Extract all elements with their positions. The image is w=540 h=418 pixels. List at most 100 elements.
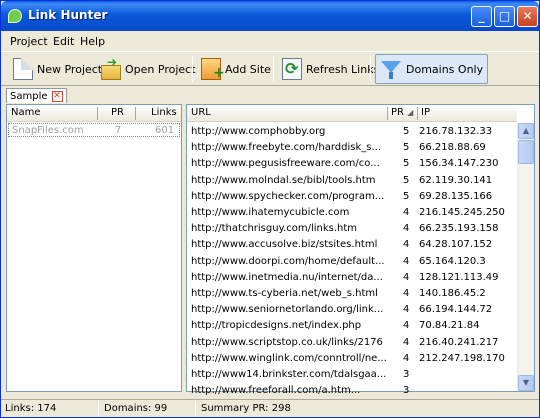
link-ip: 216.78.132.33 <box>419 126 493 137</box>
link-url: http://www.winglink.com/conntroll/ne... <box>191 352 387 364</box>
site-row[interactable]: SnapFiles.com 7 601 <box>8 123 180 137</box>
table-row[interactable]: http://www.seniornetorlando.org/link... 4… <box>187 302 517 318</box>
link-url: http://www.freebyte.com/harddisk_s... <box>191 142 382 154</box>
minimize-button[interactable]: _ <box>471 6 492 27</box>
new-project-button[interactable]: New Project <box>9 54 106 84</box>
header-divider <box>135 107 136 120</box>
links-panel: URL PR ◢ IP http://www.comphobby.org 5 216… <box>186 104 535 396</box>
table-row[interactable]: http://www14.brinkster.com/tdalsgaa... 3 <box>187 367 517 383</box>
maximize-button[interactable]: □ <box>494 6 515 27</box>
status-links-count: Links: 174 <box>5 403 57 414</box>
column-header-name[interactable]: Name <box>7 105 97 122</box>
link-pr: 4 <box>403 223 410 235</box>
menu-edit[interactable]: Edit <box>53 35 74 48</box>
link-ip: 66.194.144.72 <box>419 304 493 316</box>
column-header-ip[interactable]: IP <box>417 105 517 122</box>
link-pr: 5 <box>403 174 410 186</box>
site-links: 601 <box>155 125 175 136</box>
toolbar-separator <box>192 56 193 82</box>
link-url: http://tropicdesigns.net/index.php <box>191 320 362 332</box>
link-url: http://www.ts-cyberia.net/web_s.html <box>191 288 378 299</box>
link-pr: 5 <box>403 158 410 170</box>
main-window: Link Hunter _ □ ✕ Project Edit Help New … <box>0 0 540 418</box>
table-row[interactable]: http://www.spychecker.com/program... 5 69.… <box>187 189 517 205</box>
link-pr: 4 <box>403 304 410 316</box>
sites-panel: Name PR Links SnapFiles.com 7 601 <box>6 104 182 392</box>
link-pr: 3 <box>403 369 410 380</box>
add-site-label: Add Site <box>225 62 271 76</box>
window-title: Link Hunter <box>28 8 108 22</box>
new-document-icon <box>13 58 33 80</box>
link-pr: 5 <box>403 142 410 154</box>
column-header-url[interactable]: URL <box>187 105 387 122</box>
link-ip: 128.121.113.49 <box>419 271 499 283</box>
table-row[interactable]: http://www.ts-cyberia.net/web_s.html 4 140… <box>187 286 517 302</box>
link-url: http://thatchrisguy.com/links.htm <box>191 223 358 235</box>
table-row[interactable]: http://www.pegusisfreeware.com/co... 5 156… <box>187 156 517 172</box>
link-url: http://www.pegusisfreeware.com/co... <box>191 158 380 170</box>
domains-only-toggle[interactable]: Domains Only <box>375 54 489 84</box>
title-bar[interactable]: Link Hunter _ □ ✕ <box>1 1 539 31</box>
scroll-thumb[interactable] <box>518 140 534 164</box>
toolbar-separator <box>273 56 274 82</box>
toolbar-separator <box>370 56 371 82</box>
toolbar: New Project Open Project Add Site Refres… <box>1 51 539 86</box>
refresh-links-label: Refresh Links <box>306 62 380 76</box>
link-url: http://www.accusolve.biz/stsites.html <box>191 239 378 251</box>
close-button[interactable]: ✕ <box>517 6 538 27</box>
table-row[interactable]: http://www.inetmedia.nu/internet/da... 4 1… <box>187 270 517 286</box>
column-header-pr[interactable]: PR <box>97 105 135 122</box>
link-url: http://www.doorpi.com/home/default... <box>191 255 385 267</box>
table-row[interactable]: http://www.ihatemycubicle.com 4 216.145.24… <box>187 205 517 221</box>
link-ip: 212.247.198.170 <box>419 352 505 364</box>
table-row[interactable]: http://www.freeforall.com/a.htm... 3 <box>187 383 517 399</box>
link-pr: 4 <box>403 255 410 267</box>
column-header-links[interactable]: Links <box>135 105 181 122</box>
table-row[interactable]: http://www.freebyte.com/harddisk_s... 5 66… <box>187 140 517 156</box>
vertical-scrollbar[interactable]: ▲ ▼ <box>517 123 534 391</box>
link-pr: 4 <box>403 336 410 348</box>
table-row[interactable]: http://thatchrisguy.com/links.htm 4 66.235… <box>187 221 517 237</box>
link-url: http://www.molndal.se/bibl/tools.htm <box>191 174 376 186</box>
tab-sample[interactable]: Sample ✕ <box>6 88 67 103</box>
link-url: http://www14.brinkster.com/tdalsgaa... <box>191 369 387 380</box>
link-ip: 216.40.241.217 <box>419 336 499 348</box>
leaf-app-icon <box>8 9 22 23</box>
link-url: http://www.comphobby.org <box>191 126 326 137</box>
menu-project[interactable]: Project <box>10 35 48 48</box>
open-project-button[interactable]: Open Project <box>97 54 200 84</box>
add-site-button[interactable]: Add Site <box>197 54 275 84</box>
link-pr: 5 <box>403 126 410 137</box>
link-url: http://www.seniornetorlando.org/link... <box>191 304 384 316</box>
table-row[interactable]: http://www.winglink.com/conntroll/ne... 4… <box>187 351 517 367</box>
scroll-up-arrow-icon[interactable]: ▲ <box>518 123 534 139</box>
table-row[interactable]: http://www.molndal.se/bibl/tools.htm 5 62.… <box>187 173 517 189</box>
header-divider <box>417 107 418 120</box>
refresh-links-button[interactable]: Refresh Links <box>278 54 383 84</box>
refresh-icon <box>282 58 302 80</box>
link-pr: 3 <box>403 385 410 397</box>
header-divider <box>387 107 388 120</box>
link-ip: 156.34.147.230 <box>419 158 499 170</box>
table-row[interactable]: http://www.accusolve.biz/stsites.html 4 64… <box>187 237 517 253</box>
tab-close-icon[interactable]: ✕ <box>51 90 63 102</box>
table-row[interactable]: http://www.doorpi.com/home/default... 4 65… <box>187 254 517 270</box>
tab-label: Sample <box>10 90 48 102</box>
table-row[interactable]: http://www.comphobby.org 5 216.78.132.33 <box>187 124 517 140</box>
add-site-icon <box>201 58 225 81</box>
link-pr: 4 <box>403 207 410 218</box>
link-ip: 64.28.107.152 <box>419 239 493 251</box>
new-project-label: New Project <box>37 62 103 76</box>
link-url: http://www.ihatemycubicle.com <box>191 207 350 218</box>
table-row[interactable]: http://www.scriptstop.co.uk/links/2176 4 2… <box>187 335 517 351</box>
link-ip: 65.164.120.3 <box>419 255 486 267</box>
menu-help[interactable]: Help <box>80 35 105 48</box>
link-ip: 70.84.21.84 <box>419 320 480 332</box>
table-row[interactable]: http://tropicdesigns.net/index.php 4 70.84… <box>187 318 517 334</box>
scroll-down-arrow-icon[interactable]: ▼ <box>518 375 534 391</box>
link-url: http://www.freeforall.com/a.htm... <box>191 385 361 397</box>
sort-descending-icon: ◢ <box>407 108 414 117</box>
column-header-pr-sort[interactable]: PR ◢ <box>387 105 417 122</box>
link-pr: 4 <box>403 271 410 283</box>
menu-bar: Project Edit Help <box>1 32 539 50</box>
